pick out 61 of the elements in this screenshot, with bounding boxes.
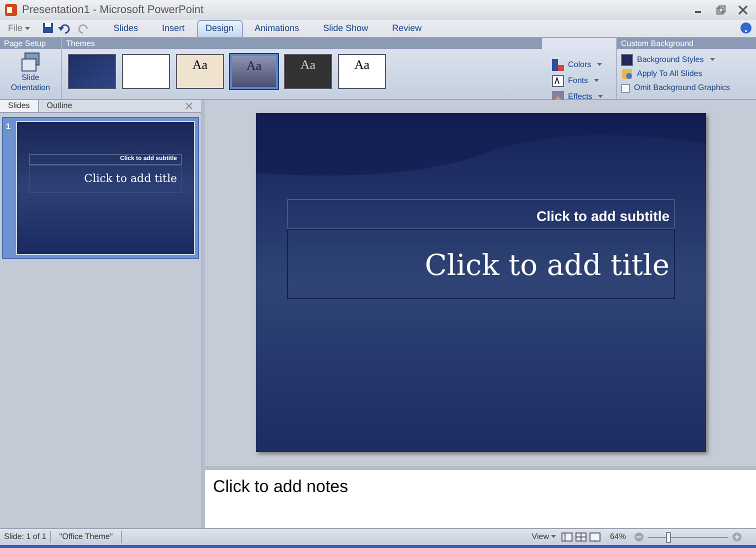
undo-icon [58,22,70,34]
apply-to-all-button[interactable]: Apply To All Slides [617,67,756,81]
caret-icon [597,62,602,66]
caret-icon [710,58,715,62]
apply-all-icon [621,68,633,80]
group-title: Custom Background [617,38,756,49]
thumbnail-title: Click to add title [28,165,182,193]
ribbon-tab[interactable]: Insert [150,20,197,37]
zoom-in-icon [732,532,742,542]
theme-option-button[interactable]: Colors [552,57,604,72]
normal-view-icon [560,532,573,542]
slide-orientation-icon [20,51,42,73]
theme-thumbnail[interactable]: Aa [338,54,386,89]
group-title: Themes [62,38,542,49]
ribbon-tab[interactable]: Slide Show [311,20,380,37]
title-placeholder[interactable]: Click to add title [286,229,674,299]
status-text: "Office Theme" [51,531,122,543]
caret-icon [24,26,30,30]
slide-sorter-icon [574,532,587,542]
theme-thumbnail[interactable]: Aa [284,54,332,89]
slide-number: 1 [6,121,12,133]
fonts-icon [552,74,564,86]
redo-icon [78,22,90,34]
notes-placeholder: Click to add notes [213,476,350,498]
file-menu[interactable]: File [4,20,34,37]
help-icon [740,22,752,34]
app-icon [4,3,18,17]
colors-icon [552,58,564,70]
pane-tab[interactable]: Slides [0,100,39,112]
close-icon [185,102,193,110]
caret-icon [594,78,600,82]
pane-tab[interactable]: Outline [38,100,80,112]
save-icon [42,22,54,34]
theme-thumbnail[interactable]: Aa [176,54,224,89]
view-menu[interactable]: View [528,531,560,543]
ribbon-tab[interactable]: Slides [102,20,150,37]
window-title: Presentation1 - Microsoft PowerPoint [22,2,204,18]
close-icon [738,5,748,15]
group-title: Page Setup [0,38,61,49]
ribbon-tab[interactable]: Animations [242,20,312,37]
slide-canvas[interactable]: Click to add subtitle Click to add title [256,113,706,452]
zoom-out-icon [634,532,644,542]
slide-orientation-button[interactable]: Slide Orientation [0,49,61,93]
slider-thumb[interactable] [666,532,671,542]
slide-show-icon [588,532,601,542]
theme-option-button[interactable]: Fonts [552,73,604,88]
background-styles-button[interactable]: Background Styles [617,52,756,67]
notes-pane[interactable]: Click to add notes [205,466,756,528]
restore-icon [716,5,726,15]
checkbox-label: Omit Background Graphics [634,82,730,94]
zoom-level: 64% [608,531,627,543]
caret-icon [550,535,556,539]
status-text: Slide: 1 of 1 [0,531,52,543]
omit-graphics-checkbox[interactable] [621,84,630,92]
theme-thumbnail[interactable] [122,54,170,89]
ribbon-tab[interactable]: Review [380,20,434,37]
theme-thumbnail[interactable] [68,54,116,89]
subtitle-placeholder[interactable]: Click to add subtitle [286,199,674,229]
theme-thumbnail[interactable]: Aa [230,54,278,89]
ribbon-tab[interactable]: Design [196,20,243,37]
background-swatch-icon [621,54,633,66]
